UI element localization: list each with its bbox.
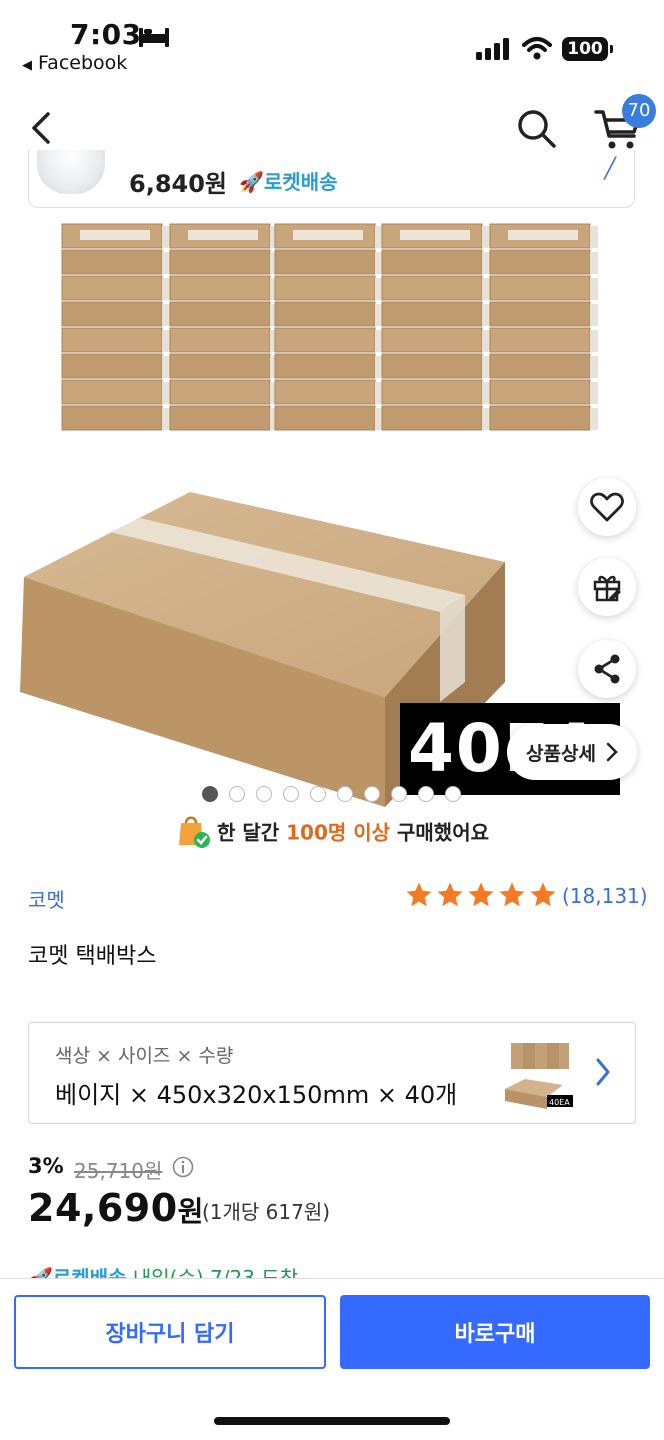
carousel-dot[interactable] xyxy=(256,786,272,802)
search-icon[interactable] xyxy=(514,106,558,150)
product-detail-button[interactable]: 상품상세 xyxy=(507,724,637,780)
carousel-dot[interactable] xyxy=(418,786,434,802)
star-icon xyxy=(468,882,494,907)
back-arrow-icon[interactable] xyxy=(22,108,62,148)
purchase-highlight: 100명 이상 xyxy=(286,820,391,845)
battery-indicator: 100 xyxy=(562,37,613,61)
home-indicator xyxy=(214,1417,450,1425)
chevron-right-icon xyxy=(606,742,618,762)
original-price: 25,710원 xyxy=(74,1159,163,1183)
star-icon xyxy=(406,882,432,907)
brand-link[interactable]: 코멧 xyxy=(28,884,65,913)
info-icon[interactable] xyxy=(172,1156,194,1178)
image-carousel-dots[interactable] xyxy=(202,786,461,802)
wifi-icon xyxy=(522,37,552,60)
mini-price: 6,840원 xyxy=(129,170,227,198)
rating-count[interactable]: (18,131) xyxy=(562,884,648,908)
back-triangle-icon: ◀ xyxy=(22,58,32,73)
purchase-prefix: 한 달간 xyxy=(216,820,287,845)
status-bar: 7:03 ◀ Facebook 100 xyxy=(0,0,664,80)
buy-now-button[interactable]: 바로구매 xyxy=(340,1295,650,1369)
carousel-dot[interactable] xyxy=(229,786,245,802)
share-icon xyxy=(594,654,620,684)
purchase-suffix: 구매했어요 xyxy=(390,820,490,845)
rating-stars[interactable] xyxy=(404,880,558,910)
sticky-product-bar[interactable]: 6,840원 🚀로켓배송 ╱ xyxy=(28,150,635,208)
back-to-app-link[interactable]: ◀ Facebook xyxy=(22,52,127,74)
option-thumbnail-text: 40EA xyxy=(549,1098,570,1107)
cart-count-badge: 70 xyxy=(622,94,656,128)
carousel-dot[interactable] xyxy=(310,786,326,802)
gift-icon xyxy=(593,575,621,602)
carousel-dot[interactable] xyxy=(337,786,353,802)
cellular-signal-icon xyxy=(476,38,509,60)
carousel-dot[interactable] xyxy=(364,786,380,802)
share-button[interactable] xyxy=(578,640,636,698)
carousel-dot[interactable] xyxy=(283,786,299,802)
unit-price: (1개당 617원) xyxy=(202,1200,331,1224)
mini-rocket-delivery-label: 🚀로켓배송 xyxy=(239,170,338,194)
bed-icon xyxy=(139,28,169,47)
sale-price: 24,690원 xyxy=(28,1186,204,1230)
product-detail-label: 상품상세 xyxy=(526,742,596,765)
bottom-action-bar: 장바구니 담기 바로구매 xyxy=(0,1278,664,1440)
star-icon xyxy=(530,882,556,907)
option-thumbnail: 40EA xyxy=(505,1043,573,1109)
star-icon xyxy=(437,882,463,907)
option-label: 색상 × 사이즈 × 수량 xyxy=(55,1045,234,1067)
shopping-bag-check-icon xyxy=(178,816,210,848)
option-value: 베이지 × 450x320x150mm × 40개 xyxy=(55,1081,458,1109)
sale-price-currency: 원 xyxy=(177,1195,204,1228)
pencil-icon[interactable]: ╱ xyxy=(604,156,616,180)
discount-rate: 3% xyxy=(28,1154,64,1178)
sale-price-amount: 24,690 xyxy=(28,1186,178,1230)
status-time: 7:03 xyxy=(70,18,142,51)
back-app-label: Facebook xyxy=(38,52,128,74)
carousel-dot[interactable] xyxy=(202,786,218,802)
gift-button[interactable] xyxy=(578,558,636,616)
star-icon xyxy=(499,882,525,907)
add-to-cart-button[interactable]: 장바구니 담기 xyxy=(14,1295,326,1369)
mini-product-thumbnail xyxy=(37,150,105,194)
chevron-right-icon xyxy=(596,1058,610,1086)
purchase-count-banner: 한 달간 100명 이상 구매했어요 xyxy=(0,816,664,852)
option-selector[interactable]: 색상 × 사이즈 × 수량 베이지 × 450x320x150mm × 40개 … xyxy=(28,1022,636,1124)
carousel-dot[interactable] xyxy=(445,786,461,802)
product-title: 코멧 택배박스 xyxy=(28,944,157,969)
heart-icon xyxy=(590,492,624,522)
wishlist-button[interactable] xyxy=(578,478,636,536)
carousel-dot[interactable] xyxy=(391,786,407,802)
